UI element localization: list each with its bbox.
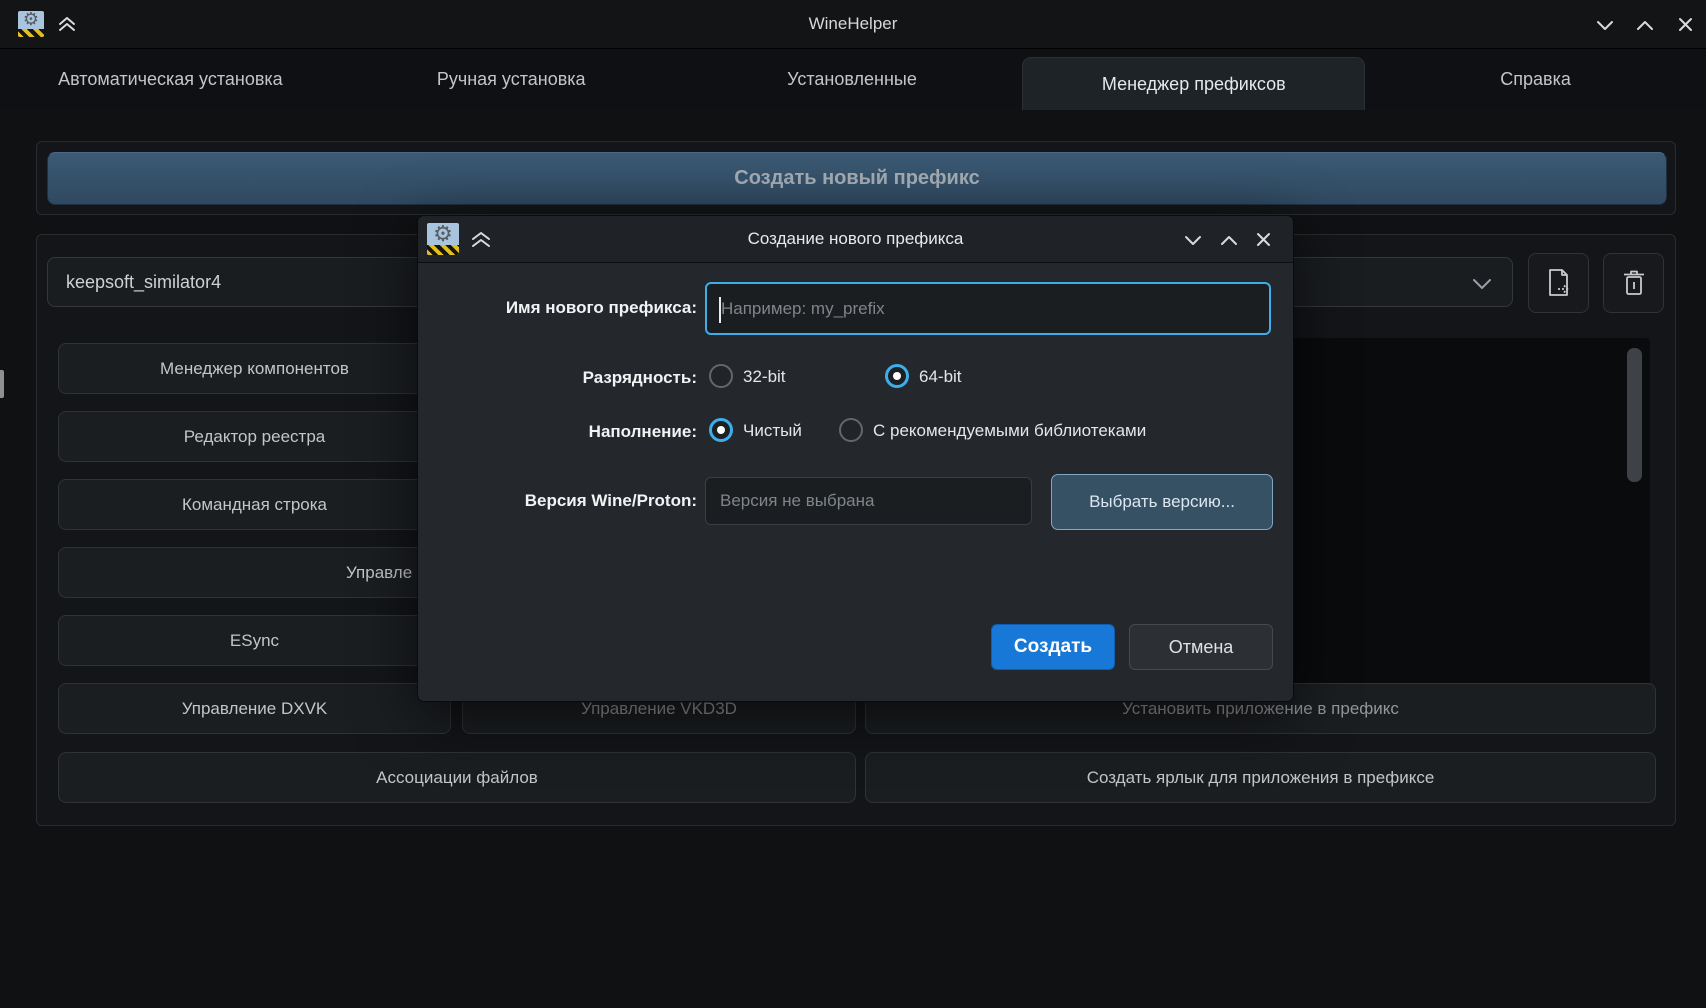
tab-manual-install[interactable]: Ручная установка — [341, 49, 682, 110]
tab-prefix-manager[interactable]: Менеджер префиксов — [1022, 57, 1365, 110]
prefix-name-label: Имя нового префикса: — [421, 298, 697, 318]
dialog-cancel-button[interactable]: Отмена — [1129, 624, 1273, 670]
radio-clean[interactable] — [709, 418, 733, 442]
tab-auto-install[interactable]: Автоматическая установка — [0, 49, 341, 110]
esync-button[interactable]: ESync — [58, 615, 451, 666]
radio-64bit[interactable] — [885, 364, 909, 388]
command-line-button[interactable]: Командная строка — [58, 479, 451, 530]
component-manager-button[interactable]: Менеджер компонентов — [58, 343, 451, 394]
choose-version-button[interactable]: Выбрать версию... — [1051, 474, 1273, 530]
radio-clean-label[interactable]: Чистый — [743, 421, 802, 441]
chevron-down-icon — [1472, 275, 1492, 296]
radio-recommended[interactable] — [839, 418, 863, 442]
document-export-icon — [1544, 267, 1574, 299]
radio-64bit-label[interactable]: 64-bit — [919, 367, 962, 387]
radio-32bit[interactable] — [709, 364, 733, 388]
version-input-wrap — [705, 477, 1032, 525]
delete-prefix-button[interactable] — [1603, 253, 1664, 313]
close-icon[interactable] — [1673, 15, 1697, 33]
dialog-close-icon[interactable] — [1251, 230, 1275, 248]
prefix-name-input[interactable] — [707, 284, 1269, 333]
create-new-prefix-button[interactable]: Создать новый префикс — [47, 152, 1667, 205]
main-titlebar: ⚙ WineHelper — [0, 0, 1706, 49]
dialog-maximize-icon[interactable] — [1217, 232, 1241, 248]
tab-bar: Автоматическая установка Ручная установк… — [0, 49, 1706, 110]
create-prefix-dialog: ⚙ Создание нового префикса Имя нового пр… — [417, 215, 1294, 702]
export-prefix-button[interactable] — [1528, 253, 1589, 313]
screen-edge-artifact — [0, 370, 4, 398]
dialog-title: Создание нового префикса — [418, 216, 1293, 262]
prefix-name-input-wrap — [705, 282, 1271, 335]
trash-icon — [1620, 268, 1648, 298]
scrollbar-thumb[interactable] — [1627, 348, 1642, 482]
radio-32bit-label[interactable]: 32-bit — [743, 367, 786, 387]
dialog-create-button[interactable]: Создать — [991, 624, 1115, 670]
file-associations-button[interactable]: Ассоциации файлов — [58, 752, 856, 803]
dialog-minimize-icon[interactable] — [1181, 232, 1205, 248]
tab-installed[interactable]: Установленные — [682, 49, 1023, 110]
window-title: WineHelper — [0, 0, 1706, 48]
radio-recommended-label[interactable]: С рекомендуемыми библиотеками — [873, 421, 1146, 441]
version-label: Версия Wine/Proton: — [421, 491, 697, 511]
dialog-titlebar: ⚙ Создание нового префикса — [418, 216, 1293, 263]
prefix-select-value: keepsoft_similator4 — [66, 272, 221, 293]
minimize-icon[interactable] — [1593, 17, 1617, 33]
tab-help[interactable]: Справка — [1365, 49, 1706, 110]
fill-label: Наполнение: — [421, 422, 697, 442]
text-caret — [719, 297, 721, 323]
version-input[interactable] — [706, 478, 1031, 524]
dxvk-button[interactable]: Управление DXVK — [58, 683, 451, 734]
create-shortcut-button[interactable]: Создать ярлык для приложения в префиксе — [865, 752, 1656, 803]
arch-label: Разрядность: — [421, 368, 697, 388]
registry-editor-button[interactable]: Редактор реестра — [58, 411, 451, 462]
winehelper-window: ⚙ WineHelper Автоматическая установка Ру… — [0, 0, 1706, 1008]
maximize-icon[interactable] — [1633, 17, 1657, 33]
